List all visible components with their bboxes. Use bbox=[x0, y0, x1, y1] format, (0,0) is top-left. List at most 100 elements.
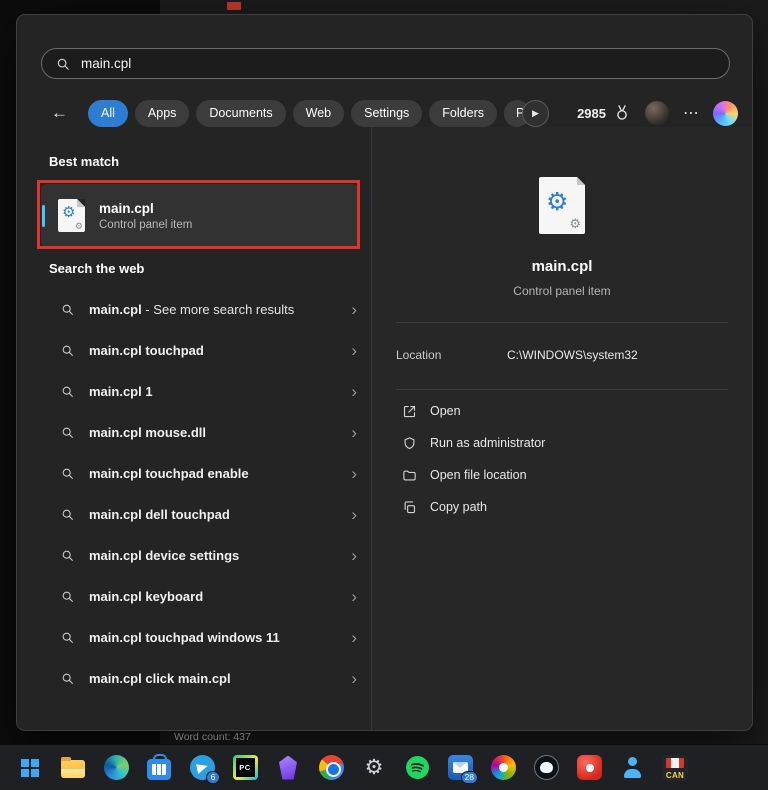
search-icon bbox=[61, 549, 74, 562]
search-icon bbox=[61, 303, 74, 316]
divider bbox=[396, 389, 728, 390]
user-avatar[interactable] bbox=[645, 101, 669, 125]
search-the-web-heading: Search the web bbox=[49, 261, 144, 276]
suggestion-suffix: - See more search results bbox=[142, 302, 294, 317]
gear-icon: ⚙ bbox=[546, 190, 568, 215]
chevron-right-icon[interactable]: › bbox=[351, 588, 361, 605]
suggestion-query: main.cpl touchpad enable bbox=[89, 466, 249, 481]
action-open-file-location[interactable]: Open file location bbox=[396, 459, 728, 491]
taskbar-photos-icon[interactable] bbox=[490, 755, 516, 781]
start-button[interactable] bbox=[17, 755, 43, 781]
windows-logo-icon bbox=[21, 759, 39, 777]
taskbar-outlook-icon[interactable]: 28 bbox=[447, 755, 473, 781]
search-bar[interactable] bbox=[41, 48, 730, 79]
word-count-text: Word count: 437 bbox=[174, 731, 251, 743]
taskbar-canada-language-icon[interactable]: CAN bbox=[662, 755, 688, 781]
best-match-title: main.cpl bbox=[99, 201, 192, 216]
gear-icon: ⚙ bbox=[75, 222, 83, 231]
search-icon bbox=[61, 508, 74, 521]
chevron-right-icon[interactable]: › bbox=[351, 342, 361, 359]
play-button[interactable]: ▶ bbox=[522, 100, 549, 127]
play-icon: ▶ bbox=[532, 108, 539, 119]
taskbar-edge-icon[interactable] bbox=[103, 755, 129, 781]
web-suggestion-item[interactable]: main.cpl mouse.dll › bbox=[33, 412, 371, 453]
taskbar-github-icon[interactable] bbox=[533, 755, 559, 781]
web-suggestion-item[interactable]: main.cpl dell touchpad › bbox=[33, 494, 371, 535]
taskbar-spotify-icon[interactable] bbox=[404, 755, 430, 781]
taskbar-file-explorer-icon[interactable] bbox=[60, 755, 86, 781]
taskbar-chrome-icon[interactable] bbox=[318, 755, 344, 781]
search-icon bbox=[61, 631, 74, 644]
search-input[interactable] bbox=[81, 56, 715, 71]
taskbar-microsoft-store-icon[interactable] bbox=[146, 755, 172, 781]
web-suggestion-item[interactable]: main.cpl touchpad › bbox=[33, 330, 371, 371]
search-icon bbox=[56, 57, 70, 71]
chevron-right-icon[interactable]: › bbox=[351, 629, 361, 646]
control-panel-file-icon-large: ⚙ ⚙ bbox=[539, 177, 585, 234]
chevron-right-icon[interactable]: › bbox=[351, 465, 361, 482]
web-suggestion-item[interactable]: main.cpl click main.cpl › bbox=[33, 658, 371, 699]
suggestion-query: main.cpl touchpad windows 11 bbox=[89, 630, 280, 645]
filter-tab-apps[interactable]: Apps bbox=[135, 100, 190, 127]
taskbar-people-icon[interactable] bbox=[619, 755, 645, 781]
action-label: Run as administrator bbox=[430, 436, 545, 450]
open-external-icon bbox=[402, 404, 417, 419]
filter-tab-documents[interactable]: Documents bbox=[196, 100, 285, 127]
filter-tab-all[interactable]: All bbox=[88, 100, 128, 127]
suggestion-query: main.cpl 1 bbox=[89, 384, 153, 399]
filter-tab-settings[interactable]: Settings bbox=[351, 100, 422, 127]
chevron-right-icon[interactable]: › bbox=[351, 383, 361, 400]
chevron-right-icon[interactable]: › bbox=[351, 670, 361, 687]
web-suggestion-list: main.cpl - See more search results › mai… bbox=[33, 289, 371, 699]
chevron-right-icon[interactable]: › bbox=[351, 547, 361, 564]
web-suggestion-item[interactable]: main.cpl touchpad windows 11 › bbox=[33, 617, 371, 658]
web-suggestion-item[interactable]: main.cpl 1 › bbox=[33, 371, 371, 412]
admin-shield-icon bbox=[402, 436, 417, 451]
best-match-item[interactable]: ⚙ ⚙ main.cpl Control panel item bbox=[41, 184, 359, 247]
chevron-right-icon[interactable]: › bbox=[351, 506, 361, 523]
taskbar-obsidian-icon[interactable] bbox=[275, 755, 301, 781]
preview-title: main.cpl bbox=[372, 258, 752, 275]
divider bbox=[396, 322, 728, 323]
copilot-icon[interactable] bbox=[713, 101, 738, 126]
rewards-points[interactable]: 2985 bbox=[577, 106, 606, 121]
web-suggestion-item[interactable]: main.cpl device settings › bbox=[33, 535, 371, 576]
web-suggestion-item[interactable]: main.cpl - See more search results › bbox=[33, 289, 371, 330]
filter-row: ← All Apps Documents Web Settings Folder… bbox=[37, 99, 738, 127]
search-icon bbox=[61, 590, 74, 603]
action-label: Open bbox=[430, 404, 461, 418]
language-badge: CAN bbox=[662, 771, 688, 780]
background-red-marker bbox=[227, 2, 241, 10]
notification-badge: 28 bbox=[461, 771, 478, 784]
action-run-as-administrator[interactable]: Run as administrator bbox=[396, 427, 728, 459]
suggestion-query: main.cpl touchpad bbox=[89, 343, 204, 358]
preview-panel: ⚙ ⚙ main.cpl Control panel item Location… bbox=[371, 127, 752, 730]
location-row: Location C:\WINDOWS\system32 bbox=[396, 348, 732, 362]
taskbar: 6 PC ⚙ 28 CAN bbox=[0, 744, 768, 790]
search-icon bbox=[61, 467, 74, 480]
search-icon bbox=[61, 672, 74, 685]
action-copy-path[interactable]: Copy path bbox=[396, 491, 728, 523]
back-arrow-icon[interactable]: ← bbox=[51, 103, 68, 123]
notification-badge: 6 bbox=[206, 771, 220, 784]
filter-tab-web[interactable]: Web bbox=[293, 100, 344, 127]
taskbar-settings-icon[interactable]: ⚙ bbox=[361, 755, 387, 781]
suggestion-query: main.cpl device settings bbox=[89, 548, 239, 563]
copy-icon bbox=[402, 500, 417, 515]
chevron-right-icon[interactable]: › bbox=[351, 301, 361, 318]
web-suggestion-item[interactable]: main.cpl keyboard › bbox=[33, 576, 371, 617]
action-open[interactable]: Open bbox=[396, 395, 728, 427]
gear-icon: ⚙ bbox=[62, 205, 75, 220]
chevron-right-icon[interactable]: › bbox=[351, 424, 361, 441]
search-icon bbox=[61, 426, 74, 439]
rewards-medal-icon[interactable] bbox=[613, 104, 631, 122]
action-label: Open file location bbox=[430, 468, 527, 482]
taskbar-telegram-icon[interactable]: 6 bbox=[189, 755, 215, 781]
control-panel-file-icon: ⚙ ⚙ bbox=[58, 199, 85, 232]
taskbar-red-app-icon[interactable] bbox=[576, 755, 602, 781]
taskbar-pycharm-icon[interactable]: PC bbox=[232, 755, 258, 781]
filter-tab-folders[interactable]: Folders bbox=[429, 100, 497, 127]
more-options-icon[interactable]: ⋯ bbox=[683, 103, 699, 123]
folder-icon bbox=[402, 468, 417, 483]
web-suggestion-item[interactable]: main.cpl touchpad enable › bbox=[33, 453, 371, 494]
